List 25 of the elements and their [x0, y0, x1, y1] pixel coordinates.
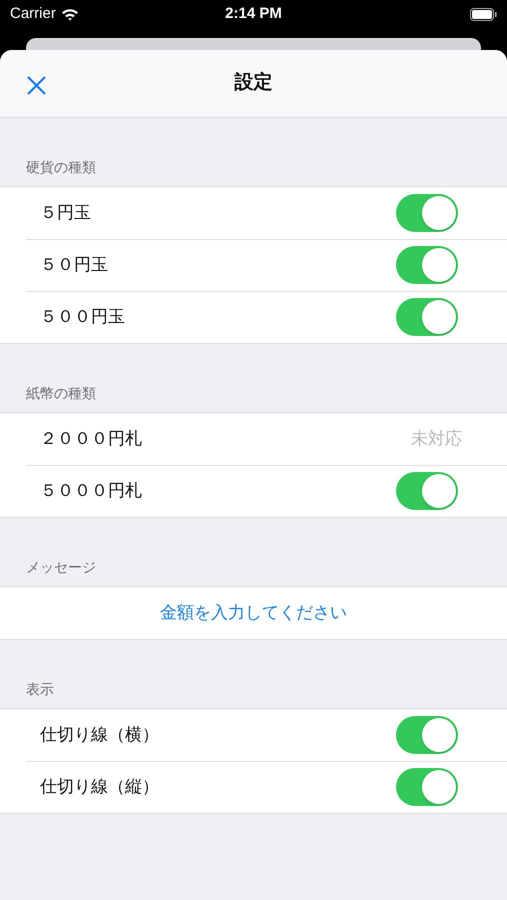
section-header: 表示 [26, 680, 54, 699]
toggle-switch[interactable] [396, 246, 458, 284]
carrier-label: Carrier [10, 4, 56, 24]
close-icon[interactable] [27, 76, 46, 95]
section-header: メッセージ [26, 558, 96, 577]
row-label: ５０円玉 [40, 254, 108, 276]
toggle-switch[interactable] [396, 472, 458, 510]
status-value: 未対応 [411, 428, 462, 450]
row-label: 仕切り線（横） [40, 724, 159, 746]
section-header: 紙幣の種類 [26, 384, 96, 403]
row-label: ２０００円札 [40, 428, 142, 450]
battery-icon [470, 8, 497, 20]
row-label: ５円玉 [40, 202, 91, 224]
row-label: ５０００円札 [40, 480, 142, 502]
row-label: ５００円玉 [40, 306, 125, 328]
toggle-switch[interactable] [396, 768, 458, 806]
section-header: 硬貨の種類 [26, 158, 96, 177]
toggle-switch[interactable] [396, 194, 458, 232]
wifi-icon [60, 8, 79, 20]
status-time: 2:14 PM [225, 4, 282, 24]
toggle-switch[interactable] [396, 298, 458, 336]
nav-title: 設定 [234, 70, 272, 96]
row-label: 仕切り線（縦） [40, 776, 159, 798]
toggle-switch[interactable] [396, 716, 458, 754]
message-button[interactable]: 金額を入力してください [160, 600, 347, 626]
